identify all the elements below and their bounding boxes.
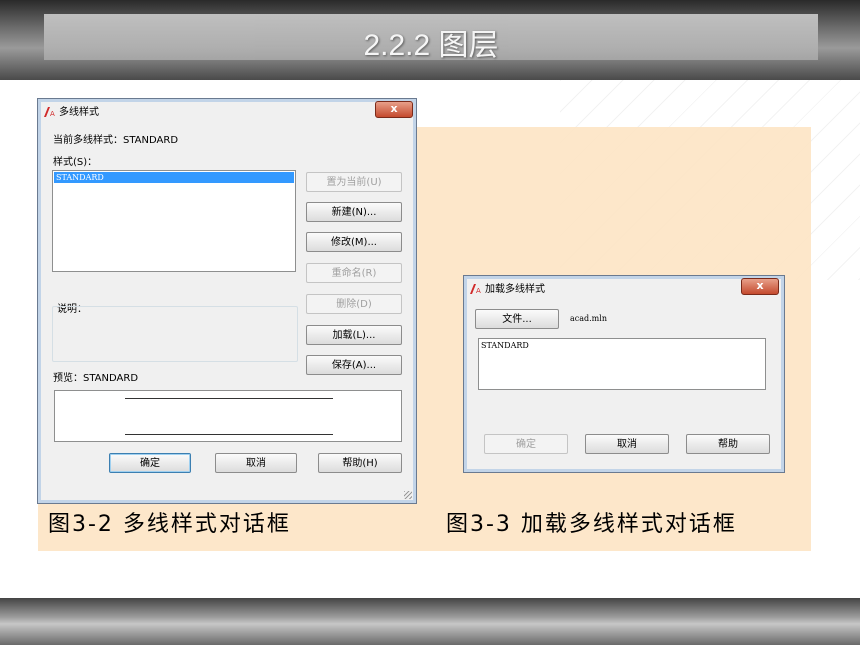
close-icon: x	[390, 102, 398, 115]
set-current-button[interactable]: 置为当前(U)	[306, 172, 402, 192]
preview-line-bottom	[125, 434, 333, 435]
autocad-icon: A	[470, 284, 481, 294]
description-box	[52, 306, 298, 362]
cancel-button[interactable]: 取消	[585, 434, 669, 454]
autocad-icon: A	[44, 107, 55, 117]
close-button[interactable]: x	[741, 278, 779, 295]
list-item[interactable]: STANDARD	[481, 341, 529, 350]
styles-list[interactable]: STANDARD	[478, 338, 766, 390]
dialog-title-text: 多线样式	[59, 107, 99, 118]
dialog-title: A 多线样式	[44, 103, 99, 118]
close-button[interactable]: x	[375, 101, 413, 118]
dialog-title: A 加载多线样式	[470, 280, 545, 295]
styles-label: 样式(S)：	[53, 157, 98, 168]
styles-list[interactable]: STANDARD	[52, 170, 296, 272]
title-bar: 2.2.2 图层	[44, 14, 818, 62]
svg-text:A: A	[476, 287, 481, 294]
caption-left: 图3-2 多线样式对话框	[48, 512, 291, 537]
multiline-style-dialog: A 多线样式 x 当前多线样式：STANDARD 样式(S)： STANDARD…	[37, 98, 417, 504]
delete-button[interactable]: 删除(D)	[306, 294, 402, 314]
file-button[interactable]: 文件...	[475, 309, 559, 329]
modify-button[interactable]: 修改(M)...	[306, 232, 402, 252]
save-button[interactable]: 保存(A)...	[306, 355, 402, 375]
load-button[interactable]: 加载(L)...	[306, 325, 402, 345]
close-icon: x	[756, 279, 764, 292]
file-name-text: acad.mln	[570, 314, 607, 323]
preview-line-top	[125, 398, 333, 399]
preview-panel	[54, 390, 402, 442]
footer-band	[0, 598, 860, 645]
dialog-title-text: 加载多线样式	[485, 284, 545, 295]
new-button[interactable]: 新建(N)...	[306, 202, 402, 222]
load-multiline-style-dialog: A 加载多线样式 x 文件... acad.mln STANDARD 确定 取消…	[463, 275, 785, 473]
cancel-button[interactable]: 取消	[215, 453, 297, 473]
caption-right: 图3-3 加载多线样式对话框	[446, 512, 737, 537]
ok-button[interactable]: 确定	[109, 453, 191, 473]
resize-grip-icon[interactable]	[404, 491, 412, 499]
current-style-label: 当前多线样式：STANDARD	[53, 135, 179, 146]
help-button[interactable]: 帮助	[686, 434, 770, 454]
list-item[interactable]: STANDARD	[54, 172, 294, 183]
rename-button[interactable]: 重命名(R)	[306, 263, 402, 283]
ok-button[interactable]: 确定	[484, 434, 568, 454]
help-button[interactable]: 帮助(H)	[318, 453, 402, 473]
slide-title: 2.2.2 图层	[363, 29, 499, 62]
preview-label: 预览：STANDARD	[53, 373, 139, 384]
svg-text:A: A	[50, 110, 55, 117]
